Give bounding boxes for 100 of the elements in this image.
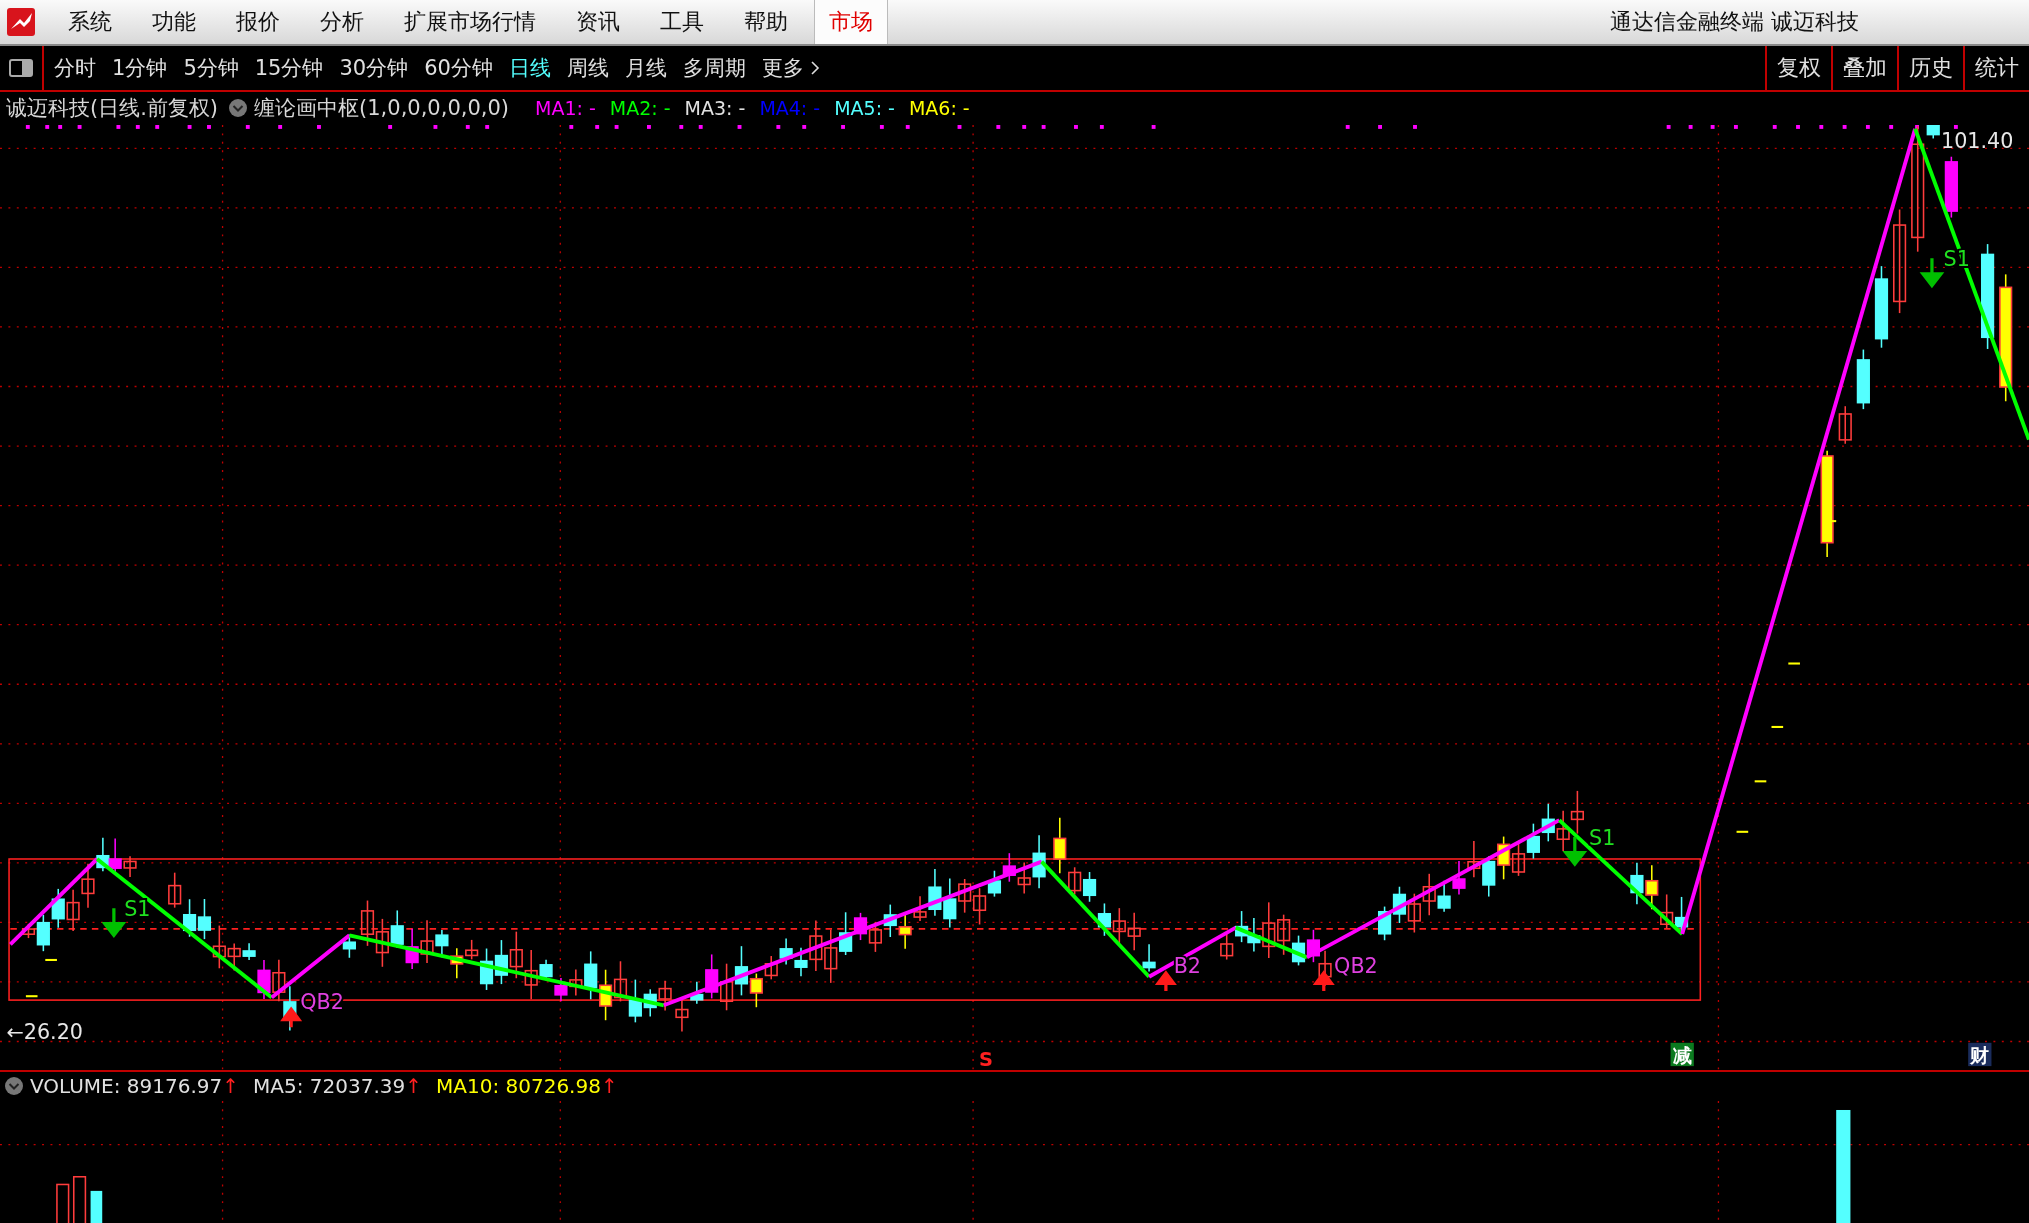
ma-label: MA3: - [684, 97, 746, 120]
indicator-label: 缠论画中枢(1,0,0,0,0,0,0) [254, 95, 510, 123]
period-tab[interactable]: 更多 [761, 54, 804, 82]
period-tab[interactable]: 分时 [54, 54, 96, 82]
candle [405, 927, 419, 970]
window-title: 通达信金融终端 诚迈科技 [1610, 8, 1859, 36]
candle [1112, 907, 1126, 944]
volume-label: MA5: 72037.39 [253, 1074, 406, 1099]
candle [554, 977, 568, 1002]
ma-label: MA4: - [759, 97, 821, 120]
candle [1002, 852, 1016, 883]
candle [509, 930, 523, 979]
ma-label: MA5: - [834, 97, 895, 120]
candle [182, 898, 197, 938]
low-price-label: ←26.20 [6, 1019, 83, 1044]
ma-label: MA6: - [908, 97, 970, 120]
period-tab[interactable]: 30分钟 [339, 54, 409, 82]
candle [883, 903, 897, 938]
event-badge[interactable]: S [979, 1048, 993, 1070]
menu-item[interactable]: 扩展市场行情 [384, 7, 556, 37]
level-dash [25, 995, 38, 998]
ma-label: MA2: - [609, 97, 671, 120]
buy-arrow-icon [281, 1006, 301, 1029]
candle [987, 869, 1002, 898]
candle [1235, 910, 1249, 943]
candle [868, 921, 882, 953]
candle [1306, 928, 1320, 963]
candle [898, 913, 912, 950]
candle [1838, 405, 1852, 445]
menu-item[interactable]: 系统 [48, 7, 132, 37]
candle [272, 958, 286, 1002]
dropdown-icon[interactable] [4, 1076, 24, 1097]
period-tab[interactable]: 5分钟 [183, 54, 239, 82]
candle [1452, 860, 1466, 896]
period-tab[interactable]: 周线 [566, 54, 609, 82]
volume-bar [73, 1176, 87, 1223]
candle [1277, 913, 1291, 956]
candle [1660, 893, 1674, 929]
dropdown-icon[interactable] [228, 98, 249, 119]
candle [972, 887, 987, 926]
candle [1526, 822, 1540, 860]
candle [1407, 892, 1421, 934]
period-tab[interactable]: 月线 [624, 54, 667, 82]
candle [1142, 943, 1156, 973]
menu-item[interactable]: 帮助 [724, 7, 808, 37]
chevron-icon [809, 60, 820, 76]
candle [1422, 873, 1436, 916]
candle [1467, 840, 1481, 878]
trend-arrow: ↑ [405, 1074, 422, 1099]
menu-item[interactable]: 工具 [640, 7, 724, 37]
candle [51, 888, 65, 929]
volume-label: MA10: 80726.98 [436, 1074, 601, 1099]
sell-arrow-icon [1921, 256, 1943, 289]
candle [1511, 842, 1526, 877]
trend-arrow: ↑ [600, 1074, 618, 1099]
sell-arrow-icon [103, 906, 125, 938]
candle [197, 898, 212, 940]
signal-label: S1 [124, 896, 151, 921]
menu-item[interactable]: 分析 [300, 7, 384, 37]
volume-bar [56, 1183, 70, 1223]
candle [168, 871, 182, 909]
candle [779, 937, 793, 966]
candle [494, 939, 509, 985]
candle [1318, 949, 1332, 987]
candle [1378, 905, 1392, 941]
menu-item[interactable]: 报价 [216, 7, 300, 37]
candle [1497, 835, 1511, 880]
level-dash [1754, 780, 1767, 783]
event-badge[interactable]: 财 [1968, 1042, 1992, 1068]
level-dash [1788, 662, 1800, 665]
candle [342, 933, 356, 959]
candle [66, 888, 80, 932]
market-tab[interactable]: 市场 [814, 0, 888, 44]
candle [1291, 934, 1306, 967]
period-tab[interactable]: 60分钟 [424, 54, 493, 82]
candle [1944, 155, 1958, 219]
signal-label: QB2 [1334, 953, 1378, 978]
level-dash [1736, 830, 1749, 833]
period-tab[interactable]: 15分钟 [254, 54, 324, 82]
candle [824, 928, 838, 984]
buy-arrow-icon [1314, 970, 1334, 993]
level-dash [45, 958, 57, 961]
period-tab[interactable]: 1分钟 [112, 54, 168, 82]
period-tab[interactable]: 多周期 [682, 54, 746, 82]
event-badge[interactable]: 减 [1670, 1042, 1694, 1068]
security-label: 诚迈科技(日线.前复权) [6, 95, 219, 123]
ma-label: MA1: - [535, 97, 596, 120]
candle [675, 998, 689, 1033]
menu-item[interactable]: 资讯 [556, 7, 640, 37]
candle [1541, 802, 1555, 843]
candle [96, 836, 110, 872]
sell-arrow-icon [1564, 835, 1586, 867]
period-tab[interactable]: 日线 [508, 54, 551, 82]
menu-item[interactable]: 功能 [132, 7, 216, 37]
candle [658, 980, 672, 1012]
signal-label: B2 [1173, 953, 1201, 978]
candle [1392, 885, 1407, 924]
candle [599, 968, 613, 1021]
volume-bar [90, 1190, 103, 1223]
candle [720, 962, 734, 1011]
